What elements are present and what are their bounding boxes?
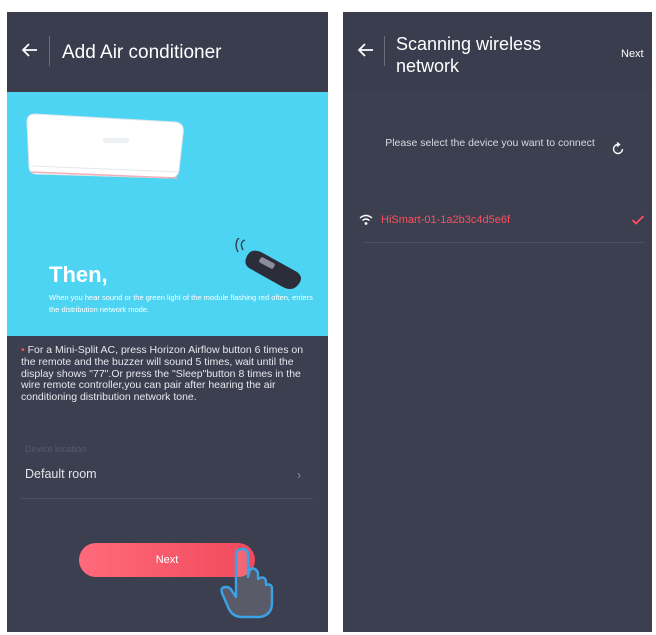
device-name: HiSmart-01-1a2b3c4d5e6f xyxy=(381,214,511,226)
header-divider xyxy=(384,36,385,66)
instruction-text: For a Mini-Split AC, press Horizon Airfl… xyxy=(21,344,304,404)
page-title-line-1: Scanning wireless xyxy=(396,34,542,54)
header-next-button[interactable]: Next xyxy=(621,48,644,60)
select-device-prompt: Please select the device you want to con… xyxy=(385,137,595,149)
bullet-dot: • xyxy=(21,344,25,356)
hero-subtitle: When you hear sound or the green light o… xyxy=(49,293,313,314)
room-selector[interactable]: Default room xyxy=(25,467,97,481)
back-arrow-icon[interactable] xyxy=(20,40,40,60)
page-title: Scanning wireless network xyxy=(396,33,541,77)
back-arrow-icon[interactable] xyxy=(356,40,376,60)
refresh-icon[interactable] xyxy=(610,141,626,157)
hero-heading: Then, xyxy=(49,262,108,287)
app-header: Add Air conditioner xyxy=(7,12,328,92)
device-location-label: Device location xyxy=(25,444,87,454)
device-divider xyxy=(363,242,645,243)
wifi-icon xyxy=(359,214,373,225)
pairing-instructions: • For a Mini-Split AC, press Horizon Air… xyxy=(21,344,311,404)
tap-hand-icon xyxy=(220,547,274,619)
page-title-line-2: network xyxy=(396,56,460,76)
add-air-conditioner-screen: Add Air conditioner Then, When you hear … xyxy=(7,12,328,632)
header-divider xyxy=(49,36,50,66)
app-header: Scanning wireless network Next xyxy=(343,12,652,92)
page-title: Add Air conditioner xyxy=(62,42,222,63)
room-divider xyxy=(21,498,313,499)
hero-banner: Then, When you hear sound or the green l… xyxy=(7,92,328,336)
checkmark-icon xyxy=(631,215,645,225)
chevron-right-icon[interactable]: › xyxy=(297,468,301,482)
remote-control-illustration xyxy=(235,238,301,289)
scanning-network-screen: Scanning wireless network Next Please se… xyxy=(343,12,652,632)
